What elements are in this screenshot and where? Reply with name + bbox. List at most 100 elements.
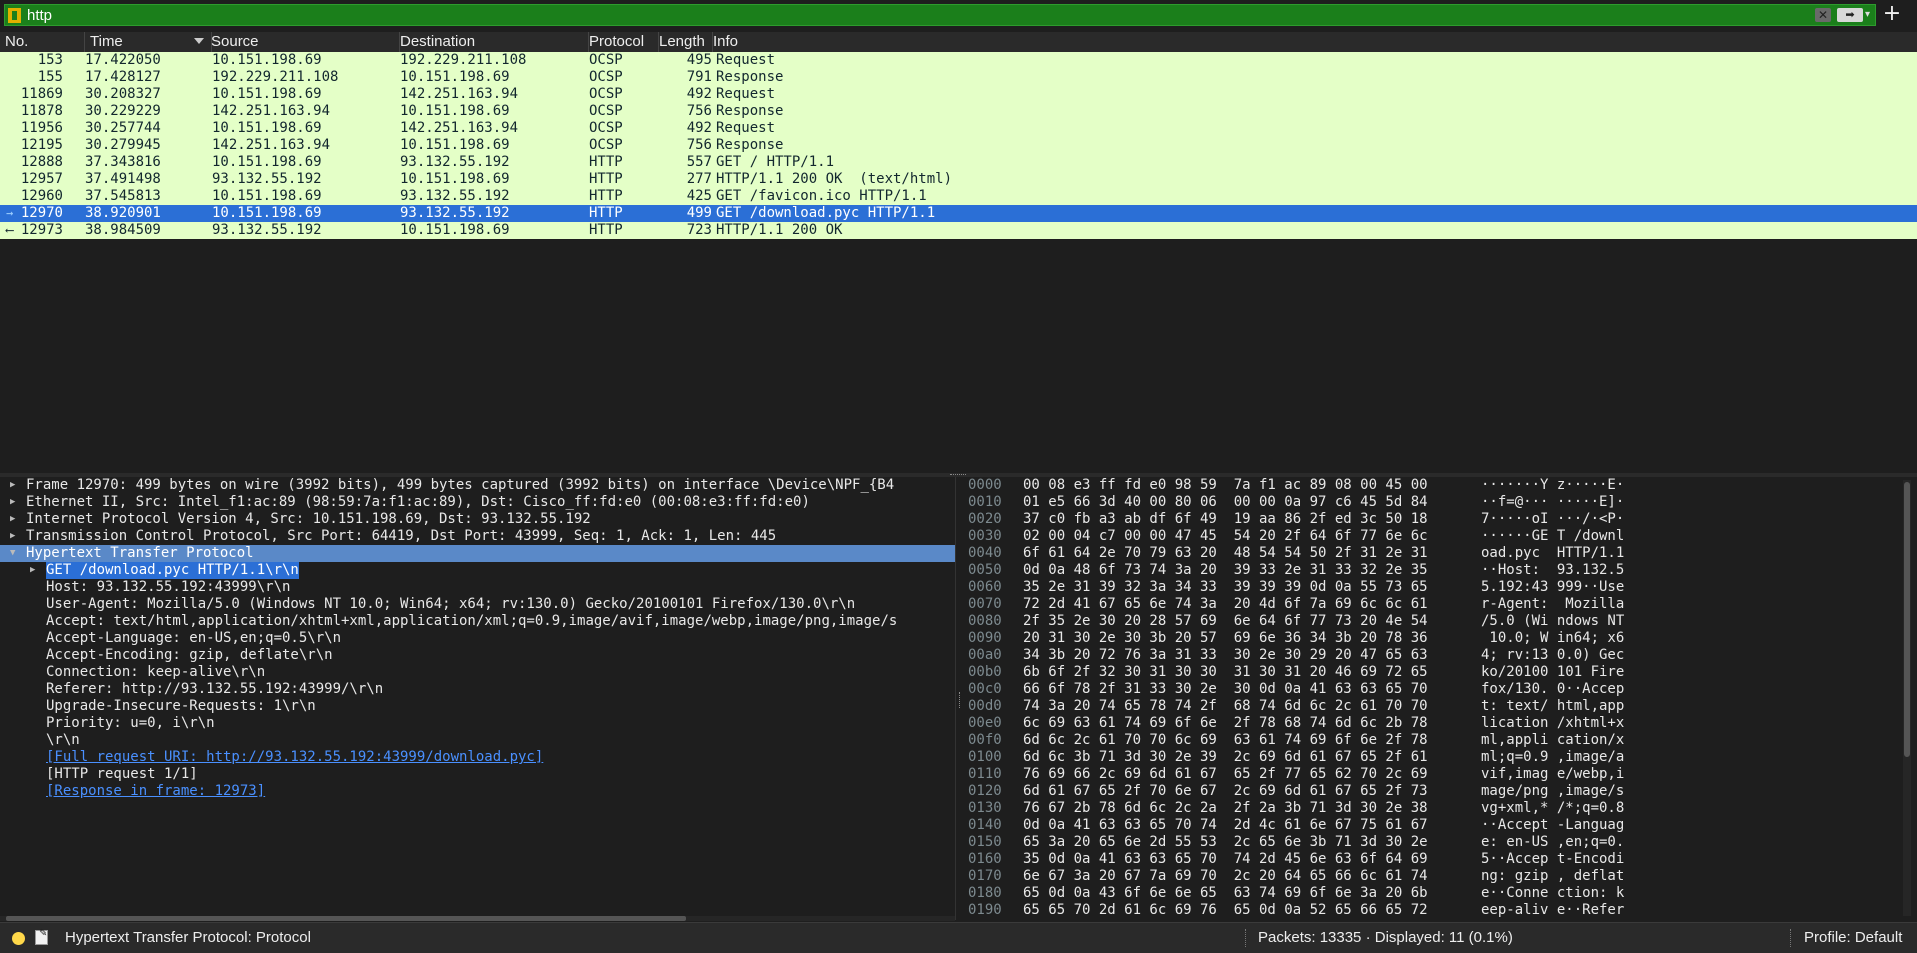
bytes-hex[interactable]: 35 2e 31 39 32 3a 34 33 39 39 39 0d 0a 5…: [1023, 579, 1428, 596]
bytes-hex[interactable]: 0d 0a 48 6f 73 74 3a 20 39 33 2e 31 33 3…: [1023, 562, 1428, 579]
column-header-time[interactable]: Time: [85, 32, 212, 52]
chevron-down-icon[interactable]: ▾: [1865, 8, 1875, 22]
bytes-hex[interactable]: 02 00 04 c7 00 00 47 45 54 20 2f 64 6f 7…: [1023, 528, 1428, 545]
column-header-protocol[interactable]: Protocol: [584, 32, 659, 52]
bookmark-icon[interactable]: [8, 8, 21, 23]
bytes-hex[interactable]: 6d 6c 2c 61 70 70 6c 69 63 61 74 69 6f 6…: [1023, 732, 1428, 749]
bytes-ascii[interactable]: 7·····oI ···/·<P·: [1481, 511, 1624, 528]
bytes-hex[interactable]: 76 69 66 2c 69 6d 61 67 65 2f 77 65 62 7…: [1023, 766, 1428, 783]
bytes-ascii[interactable]: /5.0 (Wi ndows NT: [1481, 613, 1624, 630]
packet-row[interactable]: 155 17.428127 192.229.211.108 10.151.198.69…: [0, 69, 1917, 86]
detail-tree-item[interactable]: [Response in frame: 12973]: [0, 783, 955, 800]
column-header-destination[interactable]: Destination: [395, 32, 589, 52]
bytes-hex[interactable]: 65 0d 0a 43 6f 6e 6e 65 63 74 69 6f 6e 3…: [1023, 885, 1428, 902]
packet-row[interactable]: 12957 37.491498 93.132.55.192 10.151.198.69…: [0, 171, 1917, 188]
bytes-ascii[interactable]: r-Agent: Mozilla: [1481, 596, 1624, 613]
collapsed-triangle-icon[interactable]: ▶: [10, 494, 15, 511]
bytes-hex[interactable]: 2f 35 2e 30 20 28 57 69 6e 64 6f 77 73 2…: [1023, 613, 1428, 630]
clear-filter-icon[interactable]: ✕: [1815, 8, 1831, 22]
details-horizontal-scrollbar[interactable]: [0, 916, 955, 921]
column-header-info[interactable]: Info: [708, 32, 1917, 52]
bytes-hex[interactable]: 66 6f 78 2f 31 33 30 2e 30 0d 0a 41 63 6…: [1023, 681, 1428, 698]
bytes-ascii[interactable]: e··Conne ction: k: [1481, 885, 1624, 902]
bytes-ascii[interactable]: ··Host: 93.132.5: [1481, 562, 1624, 579]
detail-tree-item[interactable]: Priority: u=0, i\r\n: [0, 715, 955, 732]
bytes-ascii[interactable]: ml,appli cation/x: [1481, 732, 1624, 749]
status-profile[interactable]: Profile: Default: [1804, 929, 1902, 946]
detail-tree-item[interactable]: Accept-Language: en-US,en;q=0.5\r\n: [0, 630, 955, 647]
packet-details-tree[interactable]: ▶ Frame 12970: 499 bytes on wire (3992 bi…: [0, 477, 955, 920]
bytes-ascii[interactable]: ko/20100 101 Fire: [1481, 664, 1624, 681]
bytes-ascii[interactable]: eep-aliv e··Refer: [1481, 902, 1624, 919]
bytes-ascii[interactable]: 10.0; W in64; x6: [1481, 630, 1624, 647]
display-filter-field[interactable]: ✕ ➡ ▾: [4, 4, 1876, 26]
bytes-hex[interactable]: 35 0d 0a 41 63 63 65 70 74 2d 45 6e 63 6…: [1023, 851, 1428, 868]
bytes-hex[interactable]: 76 67 2b 78 6d 6c 2c 2a 2f 2a 3b 71 3d 3…: [1023, 800, 1428, 817]
detail-link[interactable]: [Response in frame: 12973]: [46, 783, 265, 800]
detail-tree-item[interactable]: Host: 93.132.55.192:43999\r\n: [0, 579, 955, 596]
collapsed-triangle-icon[interactable]: ▶: [30, 562, 35, 579]
bytes-hex[interactable]: 6c 69 63 61 74 69 6f 6e 2f 78 68 74 6d 6…: [1023, 715, 1428, 732]
bytes-ascii[interactable]: ·······Y z·····E·: [1481, 477, 1624, 494]
packet-row[interactable]: 153 17.422050 10.151.198.69 192.229.211.108…: [0, 52, 1917, 69]
bytes-hex[interactable]: 74 3a 20 74 65 78 74 2f 68 74 6d 6c 2c 6…: [1023, 698, 1428, 715]
bytes-hex[interactable]: 34 3b 20 72 76 3a 31 33 30 2e 30 29 20 4…: [1023, 647, 1428, 664]
pane-splitter-vertical[interactable]: [955, 477, 964, 920]
bytes-hex[interactable]: 6b 6f 2f 32 30 31 30 30 31 30 31 20 46 6…: [1023, 664, 1428, 681]
detail-tree-item[interactable]: [HTTP request 1/1]: [0, 766, 955, 783]
add-filter-button-icon[interactable]: +: [1880, 2, 1904, 26]
packet-row[interactable]: 12888 37.343816 10.151.198.69 93.132.55.192…: [0, 154, 1917, 171]
bytes-ascii[interactable]: ··Accept -Languag: [1481, 817, 1624, 834]
bytes-hex[interactable]: 6d 6c 3b 71 3d 30 2e 39 2c 69 6d 61 67 6…: [1023, 749, 1428, 766]
detail-tree-item[interactable]: \r\n: [0, 732, 955, 749]
detail-tree-item[interactable]: User-Agent: Mozilla/5.0 (Windows NT 10.0…: [0, 596, 955, 613]
bytes-hex[interactable]: 6e 67 3a 20 67 7a 69 70 2c 20 64 65 66 6…: [1023, 868, 1428, 885]
bytes-ascii[interactable]: 4; rv:13 0.0) Gec: [1481, 647, 1624, 664]
bytes-vertical-scrollbar[interactable]: [1903, 480, 1911, 916]
detail-tree-item[interactable]: ▼ Hypertext Transfer Protocol: [0, 545, 955, 562]
packet-row[interactable]: 11956 30.257744 10.151.198.69 142.251.163.9…: [0, 120, 1917, 137]
bytes-ascii[interactable]: ······GE T /downl: [1481, 528, 1624, 545]
column-header-source[interactable]: Source: [206, 32, 400, 52]
packet-row[interactable]: 12195 30.279945 142.251.163.94 10.151.198.6…: [0, 137, 1917, 154]
bytes-ascii[interactable]: vg+xml,* /*;q=0.8: [1481, 800, 1624, 817]
detail-tree-item[interactable]: Accept-Encoding: gzip, deflate\r\n: [0, 647, 955, 664]
collapsed-triangle-icon[interactable]: ▶: [10, 528, 15, 545]
collapsed-triangle-icon[interactable]: ▶: [10, 511, 15, 528]
capture-comment-icon[interactable]: [35, 928, 48, 945]
detail-tree-item[interactable]: ▶ Internet Protocol Version 4, Src: 10.15…: [0, 511, 955, 528]
detail-tree-item[interactable]: [Full request URI: http://93.132.55.192:…: [0, 749, 955, 766]
scrollbar-thumb[interactable]: [6, 916, 686, 921]
bytes-hex[interactable]: 37 c0 fb a3 ab df 6f 49 19 aa 86 2f ed 3…: [1023, 511, 1428, 528]
detail-tree-item[interactable]: Connection: keep-alive\r\n: [0, 664, 955, 681]
bytes-hex[interactable]: 65 65 70 2d 61 6c 69 76 65 0d 0a 52 65 6…: [1023, 902, 1428, 919]
expanded-triangle-icon[interactable]: ▼: [10, 545, 15, 562]
bytes-hex[interactable]: 65 3a 20 65 6e 2d 55 53 2c 65 6e 3b 71 3…: [1023, 834, 1428, 851]
packet-row[interactable]: 12960 37.545813 10.151.198.69 93.132.55.192…: [0, 188, 1917, 205]
bytes-hex[interactable]: 6d 61 67 65 2f 70 6e 67 2c 69 6d 61 67 6…: [1023, 783, 1428, 800]
bytes-ascii[interactable]: 5··Accep t-Encodi: [1481, 851, 1624, 868]
packet-bytes-pane[interactable]: 0000 00 08 e3 ff fd e0 98 59 7a f1 ac 89 …: [965, 477, 1902, 920]
bytes-ascii[interactable]: lication /xhtml+x: [1481, 715, 1624, 732]
expert-info-icon[interactable]: [12, 932, 25, 945]
packet-list[interactable]: No. Time Source Destination Protocol Len…: [0, 32, 1917, 473]
detail-tree-item[interactable]: Referer: http://93.132.55.192:43999/\r\n: [0, 681, 955, 698]
bytes-ascii[interactable]: e: en-US ,en;q=0.: [1481, 834, 1624, 851]
bytes-hex[interactable]: 01 e5 66 3d 40 00 80 06 00 00 0a 97 c6 4…: [1023, 494, 1428, 511]
detail-tree-item[interactable]: ▶ GET /download.pyc HTTP/1.1\r\n: [0, 562, 955, 579]
detail-tree-item[interactable]: Accept: text/html,application/xhtml+xml,…: [0, 613, 955, 630]
bytes-hex[interactable]: 72 2d 41 67 65 6e 74 3a 20 4d 6f 7a 69 6…: [1023, 596, 1428, 613]
detail-link[interactable]: [Full request URI: http://93.132.55.192:…: [46, 749, 543, 766]
detail-tree-item[interactable]: ▶ Ethernet II, Src: Intel_f1:ac:89 (98:59…: [0, 494, 955, 511]
bytes-ascii[interactable]: ml;q=0.9 ,image/a: [1481, 749, 1624, 766]
bytes-ascii[interactable]: t: text/ html,app: [1481, 698, 1624, 715]
scrollbar-thumb[interactable]: [1904, 482, 1910, 757]
detail-tree-item[interactable]: ▶ Frame 12970: 499 bytes on wire (3992 bi…: [0, 477, 955, 494]
display-filter-input[interactable]: [27, 5, 1807, 25]
column-header-length[interactable]: Length: [654, 32, 713, 52]
packet-row[interactable]: 12973 38.984509 93.132.55.192 10.151.198.69…: [0, 222, 1917, 239]
bytes-ascii[interactable]: fox/130. 0··Accep: [1481, 681, 1624, 698]
bytes-ascii[interactable]: ng: gzip , deflat: [1481, 868, 1624, 885]
bytes-ascii[interactable]: 5.192:43 999··Use: [1481, 579, 1624, 596]
bytes-hex[interactable]: 00 08 e3 ff fd e0 98 59 7a f1 ac 89 08 0…: [1023, 477, 1428, 494]
